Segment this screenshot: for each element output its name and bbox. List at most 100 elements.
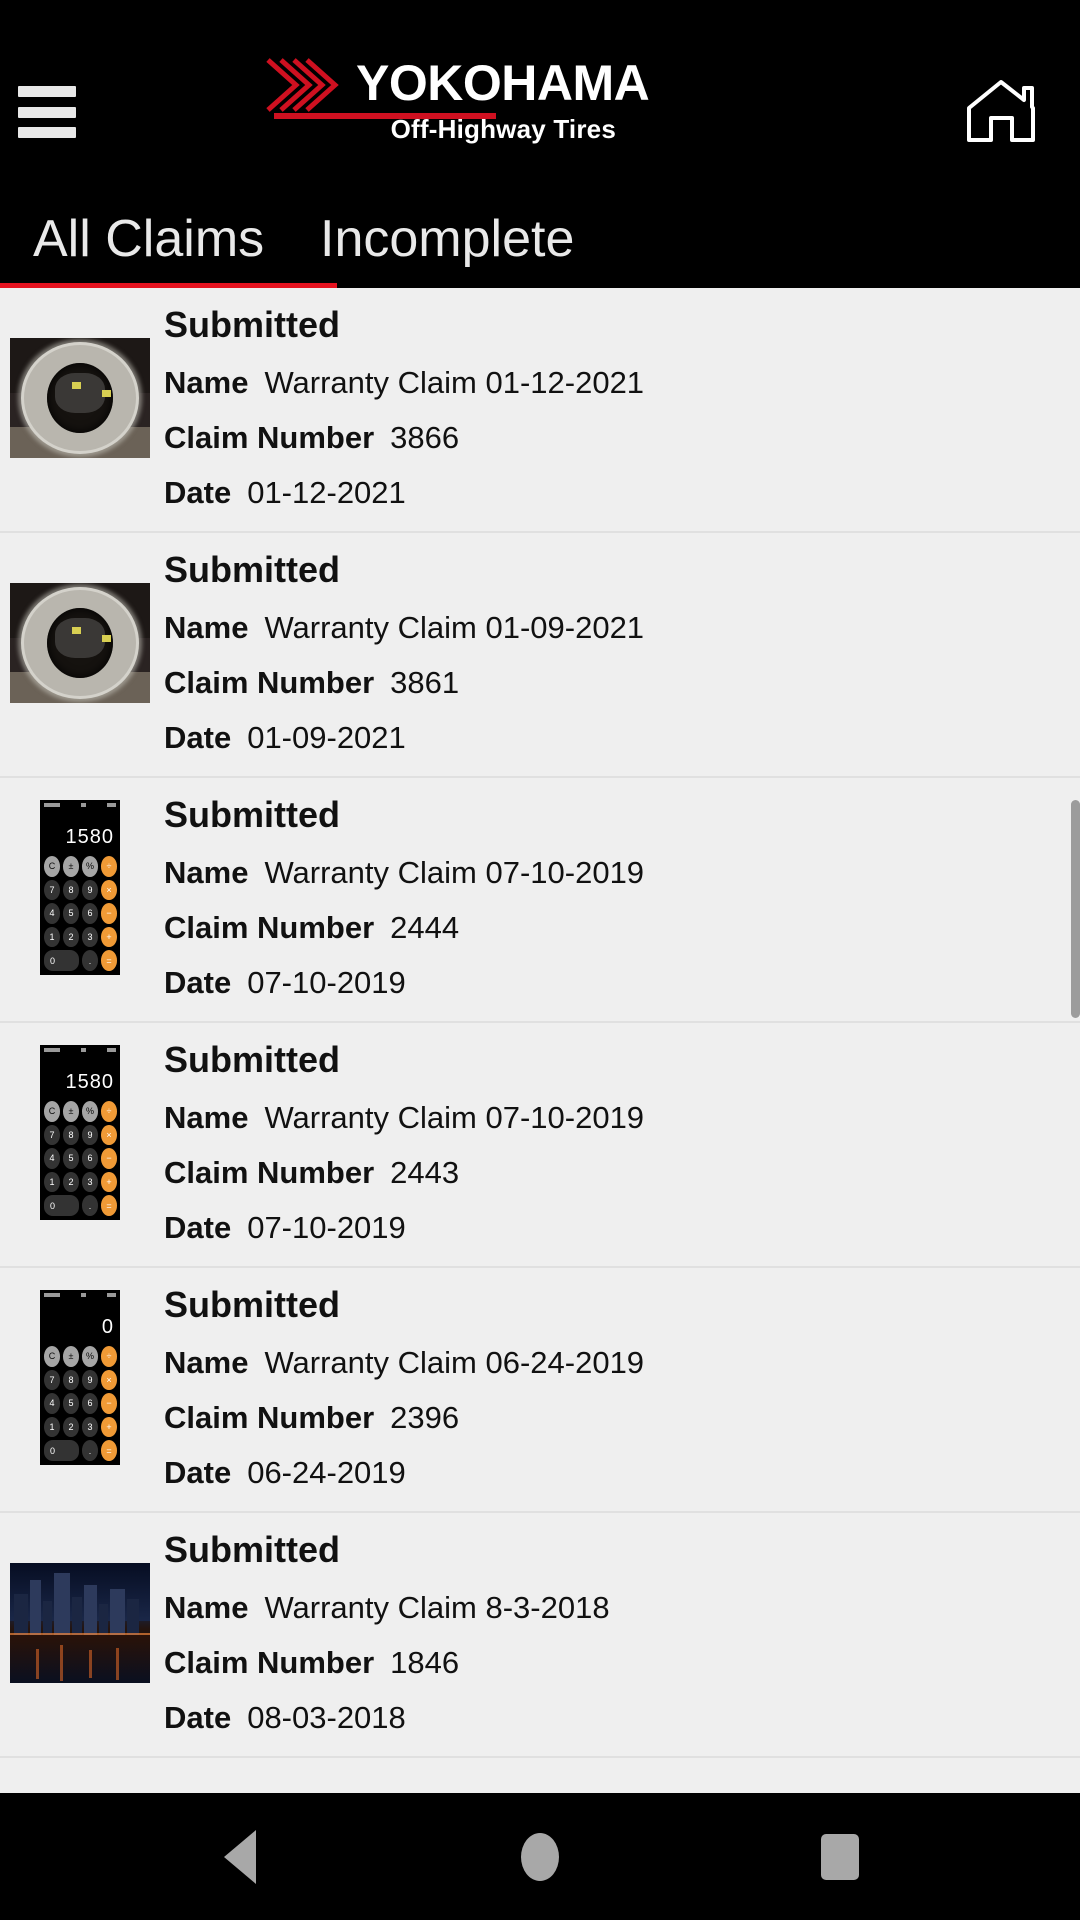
calc-key: × <box>101 1124 117 1146</box>
claim-thumbnail-calculator: 1580 C ± % ÷ 7 8 9 × 4 5 6 − 1 2 3 + 0 .… <box>40 1045 120 1220</box>
claim-list-item[interactable]: Submitted Name Warranty Claim 01-09-2021… <box>0 533 1080 778</box>
field-value-name: Warranty Claim 01-09-2021 <box>264 610 645 645</box>
field-claim-number: Claim Number 2443 <box>164 1150 1060 1195</box>
calc-key: − <box>101 1393 117 1414</box>
calc-key: 9 <box>82 1124 98 1146</box>
field-label-claim-number: Claim Number <box>164 665 375 700</box>
calc-key: 1 <box>44 1416 60 1438</box>
claim-list-item[interactable]: Submitted Name Warranty Claim 01-12-2021… <box>0 288 1080 533</box>
claim-thumbnail-tire <box>10 338 150 458</box>
claim-thumbnail-city <box>10 1563 150 1683</box>
field-claim-number: Claim Number 1846 <box>164 1640 1060 1685</box>
field-label-date: Date <box>164 1455 232 1490</box>
status-badge: Submitted <box>164 1529 340 1570</box>
field-value-claim-number: 1846 <box>390 1645 460 1680</box>
calc-key: + <box>101 1416 117 1438</box>
calculator-keypad: C ± % ÷ 7 8 9 × 4 5 6 − 1 2 3 + 0 . = <box>44 1101 117 1216</box>
field-name: Name Warranty Claim 07-10-2019 <box>164 850 1060 895</box>
field-date: Date 08-03-2018 <box>164 1695 1060 1740</box>
calc-key: 1 <box>44 926 60 948</box>
calc-key: ± <box>63 1101 79 1122</box>
field-label-claim-number: Claim Number <box>164 910 375 945</box>
tab-bar: All Claims Incomplete <box>0 190 1080 290</box>
calc-key: C <box>44 856 60 877</box>
status-badge: Submitted <box>164 1284 340 1325</box>
field-value-date: 01-09-2021 <box>247 720 406 755</box>
home-circle-icon[interactable] <box>440 1793 640 1920</box>
field-label-name: Name <box>164 610 249 645</box>
claim-fields: Submitted Name Warranty Claim 01-12-2021… <box>164 302 1060 525</box>
claim-fields: Submitted Name Warranty Claim 07-10-2019… <box>164 792 1060 1015</box>
calculator-display: 1580 <box>65 1071 114 1093</box>
list-scrollbar[interactable] <box>1071 800 1080 1018</box>
calc-key: C <box>44 1101 60 1122</box>
yokohama-chevron-icon <box>266 58 354 112</box>
calc-key: − <box>101 903 117 924</box>
recents-square-icon[interactable] <box>740 1793 940 1920</box>
calc-key: × <box>101 879 117 901</box>
field-value-date: 01-12-2021 <box>247 475 406 510</box>
calc-key: ÷ <box>101 1101 117 1122</box>
tab-all-claims[interactable]: All Claims <box>33 190 264 288</box>
calc-key: ± <box>63 1346 79 1367</box>
calc-key: % <box>82 1101 98 1122</box>
home-icon[interactable] <box>964 78 1038 144</box>
calc-key: . <box>82 1440 98 1461</box>
hamburger-menu-icon[interactable] <box>18 86 76 138</box>
field-name: Name Warranty Claim 01-12-2021 <box>164 360 1060 405</box>
claim-list-item[interactable]: 0 C ± % ÷ 7 8 9 × 4 5 6 − 1 2 3 + 0 . = … <box>0 1268 1080 1513</box>
field-value-date: 07-10-2019 <box>247 965 406 1000</box>
claim-fields: Submitted Name Warranty Claim 07-10-2019… <box>164 1037 1060 1260</box>
calc-key: = <box>101 1195 117 1216</box>
field-label-claim-number: Claim Number <box>164 420 375 455</box>
calc-key: 7 <box>44 1369 60 1391</box>
calc-key: 6 <box>82 903 98 924</box>
calc-key: 8 <box>63 879 79 901</box>
calc-key: = <box>101 950 117 971</box>
status-badge: Submitted <box>164 1039 340 1080</box>
field-label-name: Name <box>164 365 249 400</box>
claim-list-item[interactable]: 1580 C ± % ÷ 7 8 9 × 4 5 6 − 1 2 3 + 0 .… <box>0 778 1080 1023</box>
calc-key: 0 <box>44 950 79 971</box>
calculator-display: 1580 <box>65 826 114 848</box>
field-label-date: Date <box>164 720 232 755</box>
back-triangle-icon[interactable] <box>140 1793 340 1920</box>
tab-incomplete[interactable]: Incomplete <box>320 190 574 288</box>
calc-key: 2 <box>63 926 79 948</box>
calc-key: = <box>101 1440 117 1461</box>
claim-list-item[interactable]: Submitted Name Warranty Claim 8-3-2018 C… <box>0 1513 1080 1758</box>
calc-key: ÷ <box>101 856 117 877</box>
field-value-claim-number: 3861 <box>390 665 460 700</box>
field-value-date: 07-10-2019 <box>247 1210 406 1245</box>
field-claim-number: Claim Number 3866 <box>164 415 1060 460</box>
field-name: Name Warranty Claim 01-09-2021 <box>164 605 1060 650</box>
calculator-keypad: C ± % ÷ 7 8 9 × 4 5 6 − 1 2 3 + 0 . = <box>44 856 117 971</box>
field-label-name: Name <box>164 855 249 890</box>
field-value-name: Warranty Claim 07-10-2019 <box>264 1100 645 1135</box>
field-label-name: Name <box>164 1100 249 1135</box>
brand-tagline: Off-Highway Tires <box>390 114 616 144</box>
field-label-claim-number: Claim Number <box>164 1645 375 1680</box>
claims-list[interactable]: Submitted Name Warranty Claim 01-12-2021… <box>0 288 1080 1793</box>
logo-top-row: YOKOHAMA <box>266 55 650 114</box>
calc-key: 2 <box>63 1416 79 1438</box>
calc-key: − <box>101 1148 117 1169</box>
field-value-name: Warranty Claim 01-12-2021 <box>264 365 645 400</box>
hamburger-bar <box>18 127 76 138</box>
field-label-date: Date <box>164 1210 232 1245</box>
calc-key: 4 <box>44 903 60 924</box>
status-badge: Submitted <box>164 794 340 835</box>
field-value-claim-number: 2443 <box>390 1155 460 1190</box>
calc-key: 9 <box>82 1369 98 1391</box>
calc-key: 4 <box>44 1393 60 1414</box>
claim-thumbnail-calculator: 1580 C ± % ÷ 7 8 9 × 4 5 6 − 1 2 3 + 0 .… <box>40 800 120 975</box>
claim-list-item[interactable]: 1580 C ± % ÷ 7 8 9 × 4 5 6 − 1 2 3 + 0 .… <box>0 1023 1080 1268</box>
field-date: Date 07-10-2019 <box>164 1205 1060 1250</box>
hamburger-bar <box>18 86 76 97</box>
field-claim-number: Claim Number 3861 <box>164 660 1060 705</box>
status-badge: Submitted <box>164 549 340 590</box>
calc-key: 0 <box>44 1440 79 1461</box>
field-label-name: Name <box>164 1590 249 1625</box>
calc-key: 9 <box>82 879 98 901</box>
field-value-claim-number: 3866 <box>390 420 460 455</box>
